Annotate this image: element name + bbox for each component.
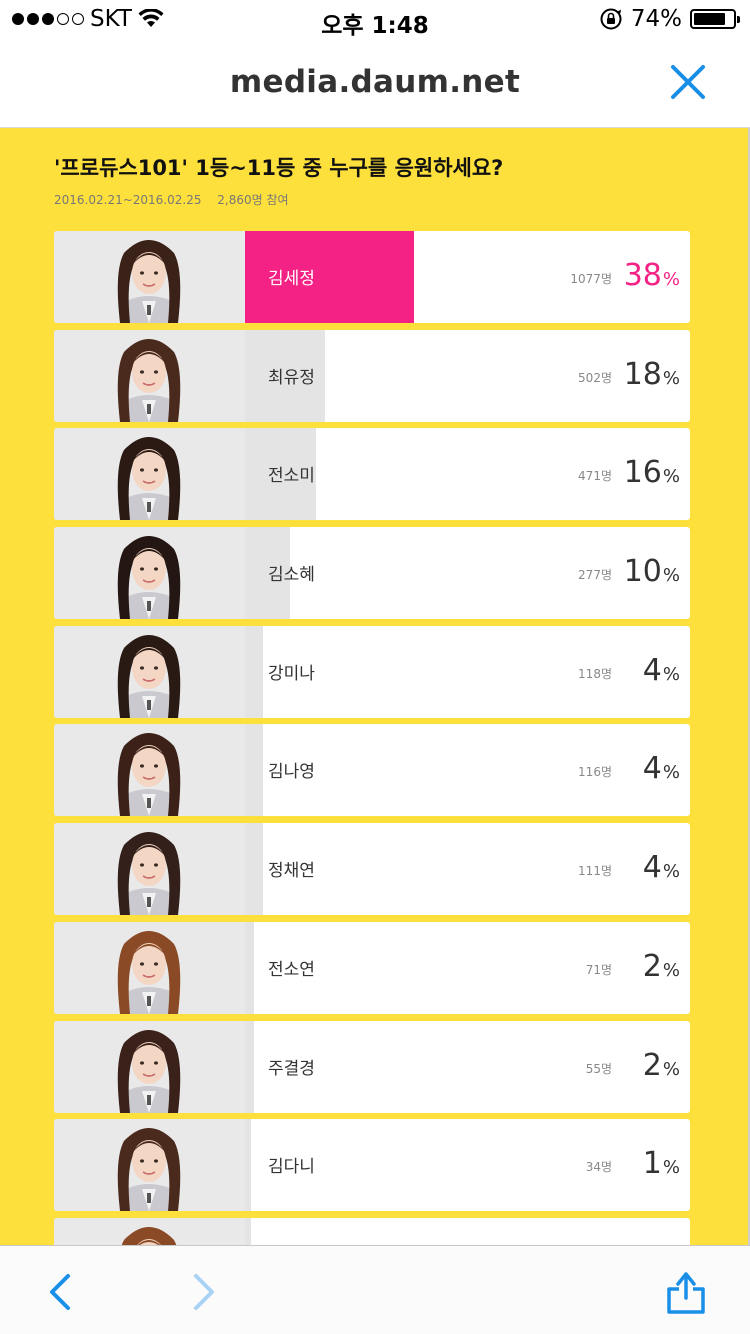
vote-percent: 1% [643,1146,680,1181]
candidate-name: 주결경 [268,1058,315,1079]
status-right: 74% [599,6,740,32]
candidate-photo [54,428,245,521]
percent-unit: % [662,959,680,981]
percent-value: 18 [623,356,662,392]
vote-percent: 4% [643,850,680,885]
candidate-photo [54,1119,245,1212]
candidate-row[interactable]: 강미나 118명 4% [54,625,690,718]
vote-percent: 2% [643,949,680,984]
vote-share-bar [245,823,263,916]
percent-value: 4 [642,751,662,787]
percent-value: 38 [623,258,662,293]
vote-count: 116명 [578,765,612,780]
candidate-name: 김소혜 [268,565,315,586]
candidate-photo [54,329,245,422]
candidate-row[interactable] [54,1217,690,1245]
percent-unit: % [662,269,680,290]
poll-panel: '프로듀스101' 1등~11등 중 누구를 응원하세요? 2016.02.21… [0,128,750,1245]
address-bar: media.daum.net [0,40,750,128]
percent-unit: % [662,861,680,883]
vote-percent: 18% [624,357,680,392]
vote-percent: 16% [624,455,680,490]
candidate-row[interactable]: 전소연 71명 2% [54,921,690,1014]
candidate-photo [54,231,245,323]
candidate-list: 김세정 1077명 38% 최유정 502명 18% 전소미 471명 16% 김소혜 277명 10… [54,231,690,1245]
candidate-photo [54,724,245,817]
vote-share-bar [245,921,254,1014]
page-url[interactable]: media.daum.net [0,64,750,100]
vote-count: 502명 [578,370,612,385]
vote-count: 277명 [578,568,612,583]
percent-unit: % [662,466,680,488]
vote-count: 118명 [578,666,612,681]
poll-participants: 2,860명 참여 [217,193,289,207]
candidate-row[interactable]: 정채연 111명 4% [54,823,690,916]
candidate-name: 최유정 [268,367,315,388]
percent-unit: % [662,565,680,587]
candidate-row[interactable]: 주결경 55명 2% [54,1020,690,1113]
percent-value: 4 [642,850,662,886]
poll-period: 2016.02.21~2016.02.25 [54,193,202,207]
candidate-row[interactable]: 김다니 34명 1% [54,1119,690,1212]
vote-percent: 4% [643,653,680,688]
percent-unit: % [662,663,680,685]
percent-unit: % [662,1157,680,1179]
candidate-photo [54,921,245,1014]
vote-count: 111명 [578,864,612,879]
candidate-photo [54,1217,245,1245]
candidate-row[interactable]: 최유정 502명 18% [54,329,690,422]
orientation-lock-icon [600,8,622,30]
vote-count: 471명 [578,469,612,484]
candidate-row[interactable]: 김소혜 277명 10% [54,527,690,620]
vote-percent: 4% [643,751,680,786]
share-icon[interactable] [662,1268,710,1316]
chevron-right-icon[interactable] [180,1268,228,1316]
percent-unit: % [662,367,680,389]
battery-percent: 74% [630,6,682,32]
battery-icon [690,9,740,29]
candidate-photo [54,625,245,718]
candidate-row[interactable]: 김나영 116명 4% [54,724,690,817]
status-bar: SKT 오후 1:48 74% [0,0,750,40]
vote-percent: 2% [643,1048,680,1083]
vote-count: 55명 [585,1061,612,1076]
candidate-name: 강미나 [268,663,315,684]
percent-value: 16 [623,455,662,491]
vote-share-bar [245,1217,251,1245]
vote-share-bar [245,724,263,817]
candidate-name: 김다니 [268,1157,315,1178]
vote-percent: 38% [624,258,680,293]
vote-share-bar [245,1020,254,1113]
poll-title: '프로듀스101' 1등~11등 중 누구를 응원하세요? [54,156,504,180]
candidate-name: 정채연 [268,861,315,882]
percent-value: 4 [642,652,662,688]
percent-unit: % [662,1058,680,1080]
close-icon[interactable] [670,64,706,100]
candidate-name: 전소미 [268,466,315,487]
percent-unit: % [662,762,680,784]
candidate-name: 전소연 [268,959,315,980]
percent-value: 2 [642,948,662,984]
candidate-photo [54,1020,245,1113]
vote-share-bar [245,625,263,718]
percent-value: 1 [642,1146,662,1182]
vote-share-bar [245,1119,251,1212]
candidate-row[interactable]: 전소미 471명 16% [54,428,690,521]
percent-value: 2 [642,1047,662,1083]
vote-count: 1077명 [570,272,612,286]
vote-count: 71명 [585,962,612,977]
poll-meta: 2016.02.21~2016.02.25 2,860명 참여 [54,191,289,208]
browser-toolbar [0,1245,750,1334]
candidate-name: 김세정 [268,269,315,289]
chevron-left-icon[interactable] [38,1268,86,1316]
candidate-row[interactable]: 김세정 1077명 38% [54,231,690,323]
candidate-photo [54,823,245,916]
candidate-name: 김나영 [268,762,315,783]
vote-percent: 10% [624,554,680,589]
candidate-photo [54,527,245,620]
percent-value: 10 [623,554,662,590]
vote-count: 34명 [585,1160,612,1175]
